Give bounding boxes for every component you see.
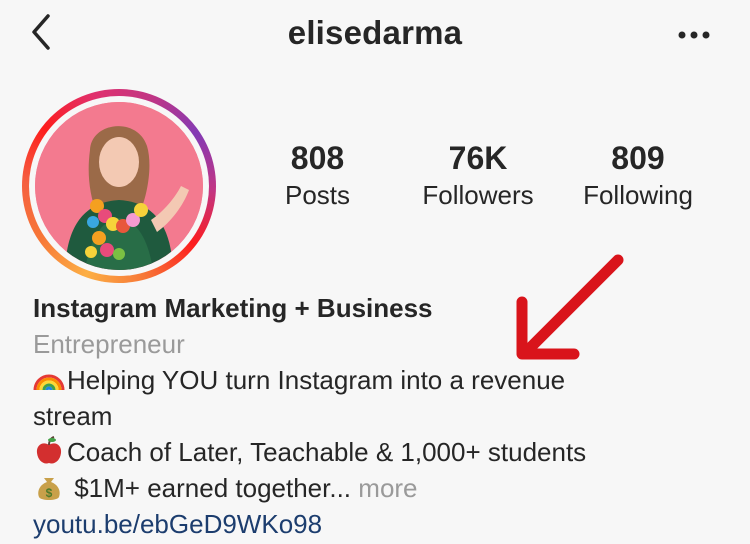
bio-more-link[interactable]: more [358, 473, 417, 503]
followers-count: 76K [448, 140, 508, 176]
rainbow-icon [33, 374, 65, 391]
money-bag-icon: $ [38, 478, 60, 500]
bio-line-1-text: Helping YOU turn Instagram into a revenu… [67, 365, 566, 395]
stat-followers[interactable]: 76K Followers [412, 138, 544, 212]
more-options-button[interactable] [670, 20, 718, 50]
profile-header: elisedarma [0, 0, 750, 70]
bio-website-link[interactable]: youtu.be/ebGeD9WKo98 [33, 506, 723, 542]
followers-label: Followers [422, 180, 534, 210]
following-count: 809 [611, 140, 665, 176]
bio-line-1-continued: stream [33, 401, 113, 431]
svg-text:$: $ [46, 486, 53, 500]
annotation-arrow [516, 254, 624, 360]
apple-icon [36, 436, 62, 464]
profile-username: elisedarma [287, 14, 463, 51]
stat-following[interactable]: 809 Following [572, 138, 704, 212]
bio-line-3: $ $1M+ earned together... more [33, 470, 723, 506]
profile-avatar[interactable] [22, 89, 216, 283]
bio-line-1: Helping YOU turn Instagram into a revenu… [33, 362, 723, 398]
following-label: Following [583, 180, 693, 210]
stat-posts[interactable]: 808 Posts [270, 138, 365, 212]
bio-line-3-text: $1M+ earned together... [67, 473, 352, 503]
bio-line-2: Coach of Later, Teachable & 1,000+ stude… [33, 434, 723, 470]
posts-label: Posts [284, 180, 351, 210]
ellipsis-icon [678, 31, 710, 39]
posts-count: 808 [290, 140, 345, 176]
avatar-photo [35, 102, 203, 270]
bio-line-2-text: Coach of Later, Teachable & 1,000+ stude… [67, 437, 587, 467]
